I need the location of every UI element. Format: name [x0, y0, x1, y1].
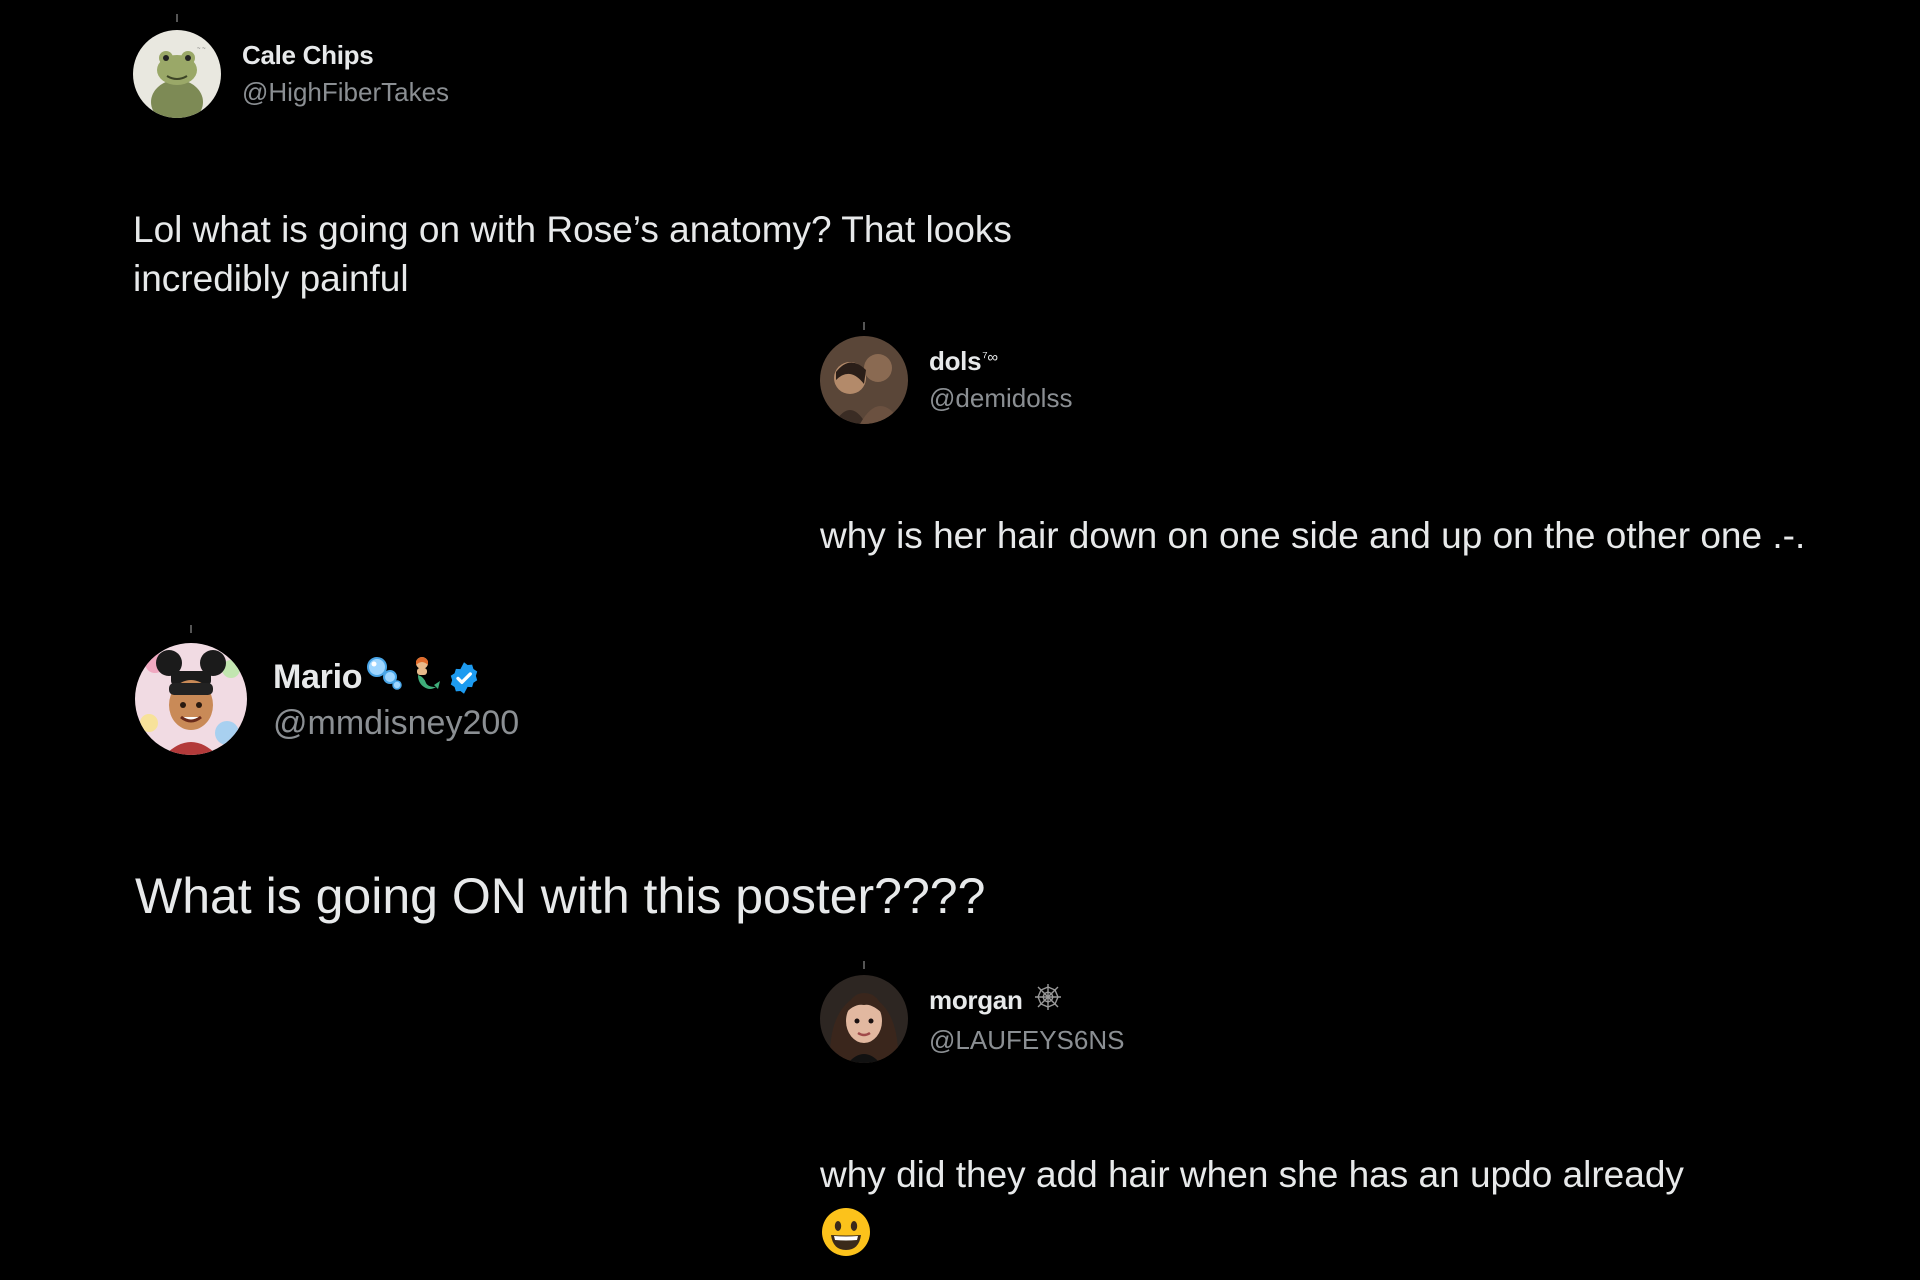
grinning-face-icon: [820, 1206, 872, 1271]
tweet-author: morgan @LAUFEYS6NS: [929, 982, 1124, 1056]
handle[interactable]: @HighFiberTakes: [242, 77, 449, 108]
handle[interactable]: @mmdisney200: [273, 704, 519, 743]
photo-avatar-image: [820, 336, 908, 424]
merperson-icon: [406, 655, 442, 700]
display-name[interactable]: dols ⁷∞: [929, 346, 1072, 377]
tweet-header: dols ⁷∞ @demidolss: [820, 336, 1820, 424]
tweet-text: why did they add hair when she has an up…: [820, 1151, 1820, 1271]
tweet-text: Lol what is going on with Rose’s anatomy…: [133, 209, 1012, 299]
portrait-avatar-image: [820, 975, 908, 1063]
photo-avatar[interactable]: [820, 336, 908, 424]
thread-tick: [863, 961, 865, 969]
tweet-text: What is going ON with this poster????: [135, 868, 986, 924]
display-name-text[interactable]: dols: [929, 346, 982, 377]
tweet-card: ~ ~ Cale Chips @HighFiberTakes Lol what …: [133, 14, 1133, 299]
tweet-card: Mario @mmdisney200 What is going ON with…: [135, 625, 1235, 924]
frog-avatar[interactable]: ~ ~: [133, 30, 221, 118]
tweet-header: ~ ~ Cale Chips @HighFiberTakes: [133, 30, 1133, 118]
handle[interactable]: @demidolss: [929, 383, 1072, 414]
display-name-text[interactable]: Mario: [273, 658, 362, 697]
cartoon-mouse-ears-avatar[interactable]: [135, 643, 247, 755]
tweet-header: Mario @mmdisney200: [135, 643, 1235, 755]
tweet-author: Mario @mmdisney200: [273, 655, 519, 743]
display-name-text[interactable]: Cale Chips: [242, 40, 374, 71]
handle[interactable]: @LAUFEYS6NS: [929, 1025, 1124, 1056]
display-name[interactable]: morgan: [929, 982, 1124, 1019]
svg-text:~ ~: ~ ~: [197, 46, 206, 52]
thread-tick: [863, 322, 865, 330]
display-name-text[interactable]: morgan: [929, 985, 1023, 1016]
display-name[interactable]: Mario: [273, 655, 519, 700]
name-badge: ⁷∞: [982, 349, 998, 366]
portrait-avatar[interactable]: [820, 975, 908, 1063]
tweet-header: morgan @LAUFEYS6NS: [820, 975, 1820, 1063]
thread-tick: [176, 14, 178, 22]
tweet-text-body: why did they add hair when she has an up…: [820, 1154, 1684, 1195]
frog-avatar-image: ~ ~: [133, 30, 221, 118]
tweet-text: why is her hair down on one side and up …: [820, 515, 1806, 556]
verified-badge-icon: [446, 660, 482, 696]
tweet-card: dols ⁷∞ @demidolss why is her hair down o…: [820, 322, 1820, 556]
bubbles-icon: [366, 655, 402, 700]
tweet-author: Cale Chips @HighFiberTakes: [242, 40, 449, 108]
tweet-author: dols ⁷∞ @demidolss: [929, 346, 1072, 414]
spider-web-icon: [1033, 982, 1063, 1019]
display-name[interactable]: Cale Chips: [242, 40, 449, 71]
cartoon-avatar-image: [135, 643, 247, 755]
thread-tick: [190, 625, 192, 633]
tweet-card: morgan @LAUFEYS6NS why did they add hair…: [820, 961, 1820, 1256]
